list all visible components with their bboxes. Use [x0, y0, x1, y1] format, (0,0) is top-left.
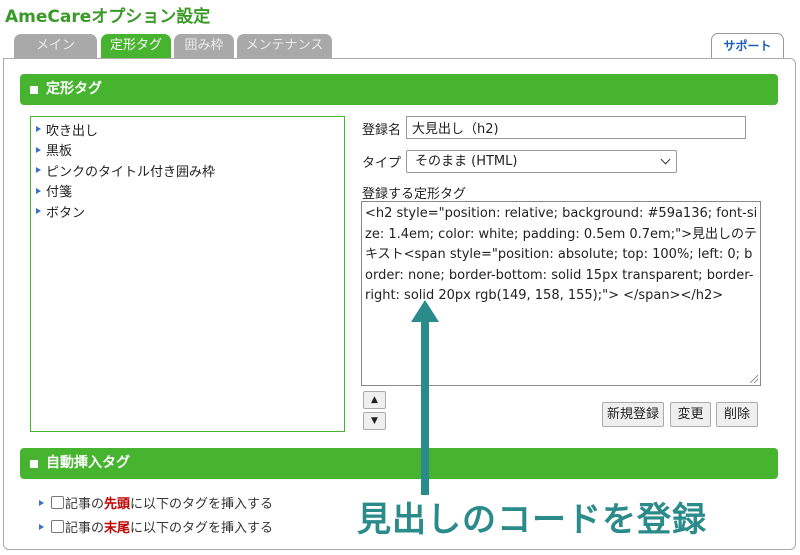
list-item-label: 黒板	[46, 144, 73, 160]
bullet-icon	[38, 523, 46, 531]
name-input[interactable]	[406, 116, 746, 139]
tab-maintenance[interactable]: メンテナンス	[237, 34, 332, 58]
section-header-auto-insert: 自動挿入タグ	[20, 448, 778, 479]
list-item[interactable]: ピンクのタイトル付き囲み枠	[31, 160, 344, 181]
bullet-icon	[38, 499, 46, 507]
list-item-label: ボタン	[46, 205, 86, 221]
tab-kakomi-waku[interactable]: 囲み枠	[174, 34, 234, 58]
auto-row-suffix: に以下のタグを挿入する	[130, 521, 274, 536]
type-label: タイプ	[362, 156, 402, 171]
type-select-value: そのまま (HTML)	[415, 154, 518, 169]
insert-tail-checkbox[interactable]	[51, 520, 64, 533]
type-select[interactable]: そのまま (HTML)	[406, 150, 677, 173]
insert-head-checkbox[interactable]	[51, 496, 64, 509]
auto-row-prefix: 記事の	[65, 497, 105, 512]
bullet-icon	[35, 146, 43, 154]
annotation-arrow-icon	[411, 300, 439, 495]
bullet-icon	[35, 207, 43, 215]
tab-support[interactable]: サポート	[711, 33, 784, 59]
bullet-icon	[35, 125, 43, 133]
auto-row-highlight: 末尾	[104, 521, 131, 536]
section-header-teikei: 定形タグ	[20, 74, 778, 105]
move-up-button[interactable]: ▲	[363, 391, 386, 409]
new-register-button[interactable]: 新規登録	[602, 402, 664, 427]
resize-grip-icon[interactable]	[750, 375, 758, 383]
tab-teikei-tag[interactable]: 定形タグ	[101, 34, 171, 58]
change-button[interactable]: 変更	[670, 402, 711, 427]
list-item-label: ピンクのタイトル付き囲み枠	[46, 164, 216, 180]
auto-row-highlight: 先頭	[104, 497, 131, 512]
code-textarea-content: <h2 style="position: relative; backgroun…	[365, 206, 758, 303]
code-label: 登録する定形タグ	[362, 187, 467, 202]
list-item[interactable]: 吹き出し	[31, 119, 344, 140]
list-item[interactable]: ボタン	[31, 201, 344, 222]
list-item[interactable]: 黒板	[31, 140, 344, 161]
list-item[interactable]: 付箋	[31, 181, 344, 202]
move-down-button[interactable]: ▼	[363, 412, 386, 430]
auto-insert-row-head: 記事の 先頭 に以下のタグを挿入する	[38, 493, 273, 512]
annotation-caption: 見出しのコードを登録	[357, 500, 707, 540]
list-item-label: 付箋	[46, 185, 73, 201]
app-title: AmeCareオプション設定	[5, 7, 211, 27]
bullet-icon	[35, 166, 43, 174]
chevron-down-icon	[660, 154, 671, 165]
name-label: 登録名	[362, 123, 402, 138]
tab-main[interactable]: メイン	[14, 34, 97, 58]
auto-insert-row-tail: 記事の 末尾 に以下のタグを挿入する	[38, 517, 273, 536]
auto-row-prefix: 記事の	[65, 521, 105, 536]
bullet-icon	[35, 187, 43, 195]
tag-list[interactable]: 吹き出し 黒板 ピンクのタイトル付き囲み枠 付箋 ボタン	[30, 116, 345, 432]
auto-row-suffix: に以下のタグを挿入する	[130, 497, 274, 512]
list-item-label: 吹き出し	[46, 123, 99, 139]
delete-button[interactable]: 削除	[716, 402, 758, 427]
